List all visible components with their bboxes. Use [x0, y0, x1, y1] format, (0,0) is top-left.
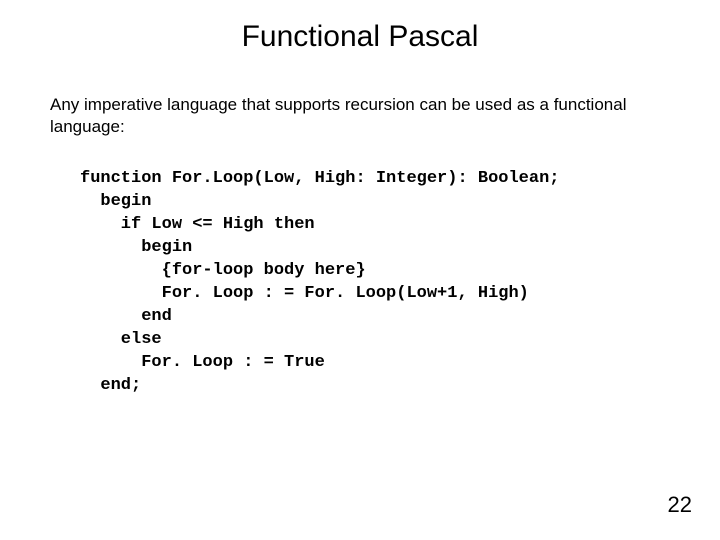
slide: Functional Pascal Any imperative languag…	[0, 0, 720, 540]
slide-title: Functional Pascal	[0, 0, 720, 54]
code-block: function For.Loop(Low, High: Integer): B…	[80, 168, 720, 397]
intro-text: Any imperative language that supports re…	[50, 94, 670, 138]
page-number: 22	[668, 492, 692, 518]
